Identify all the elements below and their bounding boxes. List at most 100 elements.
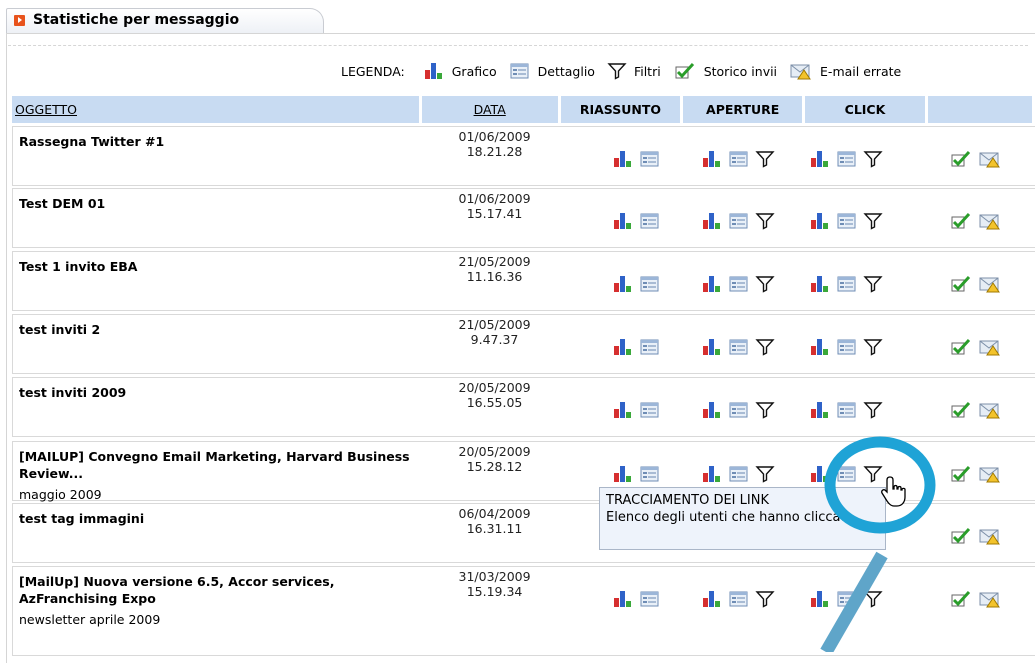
divider [8, 45, 1028, 46]
bar-chart-icon[interactable] [809, 150, 831, 168]
message-date: 01/06/2009 15.17.41 [425, 189, 565, 247]
filter-funnel-icon[interactable] [863, 401, 883, 419]
storico-cell [933, 378, 1035, 436]
bar-chart-icon[interactable] [809, 275, 831, 293]
bar-chart-icon[interactable] [612, 275, 634, 293]
detail-list-icon[interactable] [836, 212, 858, 230]
bar-chart-icon[interactable] [701, 465, 723, 483]
tab-statistiche[interactable]: Statistiche per messaggio [6, 8, 324, 33]
detail-list-icon[interactable] [639, 212, 661, 230]
bar-chart-icon[interactable] [701, 275, 723, 293]
message-subject-text: [MailUp] Nuova versione 6.5, Accor servi… [19, 574, 335, 606]
email-warning-icon[interactable] [978, 465, 1002, 483]
detail-list-icon[interactable] [728, 401, 750, 419]
click-cell [810, 315, 933, 373]
time-value: 15.17.41 [466, 206, 523, 221]
filter-funnel-icon[interactable] [755, 212, 775, 230]
message-subject: test inviti 2009 [13, 378, 425, 436]
bar-chart-icon[interactable] [701, 590, 723, 608]
tooltip-tracciamento: TRACCIAMENTO DEI LINK Elenco degli utent… [599, 487, 886, 550]
detail-list-icon[interactable] [836, 338, 858, 356]
green-check-icon[interactable] [949, 465, 973, 483]
detail-list-icon[interactable] [728, 150, 750, 168]
green-check-icon[interactable] [949, 338, 973, 356]
sort-oggetto-link[interactable]: OGGETTO [15, 102, 77, 117]
detail-list-icon[interactable] [728, 338, 750, 356]
bar-chart-icon[interactable] [809, 465, 831, 483]
click-cell [810, 378, 933, 436]
green-check-icon[interactable] [949, 527, 973, 545]
bar-chart-icon[interactable] [701, 150, 723, 168]
time-value: 18.21.28 [466, 144, 523, 159]
filter-funnel-icon[interactable] [755, 275, 775, 293]
bar-chart-icon[interactable] [612, 590, 634, 608]
time-value: 11.16.36 [466, 269, 523, 284]
date-value: 20/05/2009 [458, 444, 531, 459]
bar-chart-icon[interactable] [809, 590, 831, 608]
header-oggetto[interactable]: OGGETTO [12, 96, 419, 123]
filter-funnel-icon[interactable] [863, 465, 883, 483]
email-warning-icon[interactable] [978, 212, 1002, 230]
detail-list-icon[interactable] [836, 401, 858, 419]
detail-list-icon[interactable] [836, 150, 858, 168]
filter-funnel-icon[interactable] [863, 590, 883, 608]
click-cell [810, 189, 933, 247]
green-check-icon[interactable] [949, 401, 973, 419]
filter-funnel-icon[interactable] [755, 401, 775, 419]
bar-chart-icon[interactable] [701, 401, 723, 419]
filter-funnel-icon[interactable] [863, 150, 883, 168]
message-subject-text: test inviti 2 [19, 322, 101, 337]
bar-chart-icon[interactable] [612, 465, 634, 483]
green-check-icon[interactable] [949, 150, 973, 168]
aperture-cell [687, 315, 810, 373]
filter-funnel-icon[interactable] [755, 338, 775, 356]
message-subject: Test 1 invito EBA [13, 252, 425, 310]
detail-list-icon[interactable] [639, 465, 661, 483]
legend-label-storico: Storico invii [703, 63, 778, 79]
bar-chart-icon[interactable] [612, 338, 634, 356]
bar-chart-icon[interactable] [612, 212, 634, 230]
filter-funnel-icon[interactable] [863, 275, 883, 293]
bar-chart-icon[interactable] [701, 338, 723, 356]
message-subject-text: test inviti 2009 [19, 385, 127, 400]
email-warning-icon[interactable] [978, 527, 1002, 545]
filter-funnel-icon[interactable] [863, 212, 883, 230]
message-subject: [MAILUP] Convegno Email Marketing, Harva… [13, 442, 425, 502]
bar-chart-icon[interactable] [809, 338, 831, 356]
detail-list-icon[interactable] [728, 590, 750, 608]
email-warning-icon[interactable] [978, 401, 1002, 419]
detail-list-icon[interactable] [639, 401, 661, 419]
aperture-cell [687, 127, 810, 185]
email-warning-icon[interactable] [978, 150, 1002, 168]
detail-list-icon[interactable] [639, 150, 661, 168]
bar-chart-icon[interactable] [809, 212, 831, 230]
detail-list-icon[interactable] [836, 465, 858, 483]
email-warning-icon[interactable] [978, 590, 1002, 608]
filter-funnel-icon[interactable] [863, 338, 883, 356]
aperture-cell [687, 252, 810, 310]
detail-list-icon[interactable] [639, 338, 661, 356]
filter-funnel-icon[interactable] [755, 150, 775, 168]
detail-list-icon[interactable] [728, 465, 750, 483]
riassunto-cell [564, 378, 687, 436]
detail-list-icon[interactable] [639, 590, 661, 608]
detail-list-icon[interactable] [836, 275, 858, 293]
filter-funnel-icon[interactable] [755, 465, 775, 483]
bar-chart-icon[interactable] [701, 212, 723, 230]
green-check-icon[interactable] [949, 275, 973, 293]
bar-chart-icon[interactable] [612, 401, 634, 419]
email-warning-icon[interactable] [978, 275, 1002, 293]
detail-list-icon[interactable] [836, 590, 858, 608]
detail-list-icon[interactable] [728, 275, 750, 293]
detail-list-icon[interactable] [728, 212, 750, 230]
filter-funnel-icon[interactable] [755, 590, 775, 608]
sort-data-link[interactable]: DATA [474, 102, 506, 117]
green-check-icon[interactable] [949, 590, 973, 608]
time-value: 15.28.12 [466, 459, 523, 474]
green-check-icon[interactable] [949, 212, 973, 230]
detail-list-icon[interactable] [639, 275, 661, 293]
bar-chart-icon[interactable] [612, 150, 634, 168]
bar-chart-icon[interactable] [809, 401, 831, 419]
email-warning-icon[interactable] [978, 338, 1002, 356]
header-data[interactable]: DATA [421, 96, 558, 123]
